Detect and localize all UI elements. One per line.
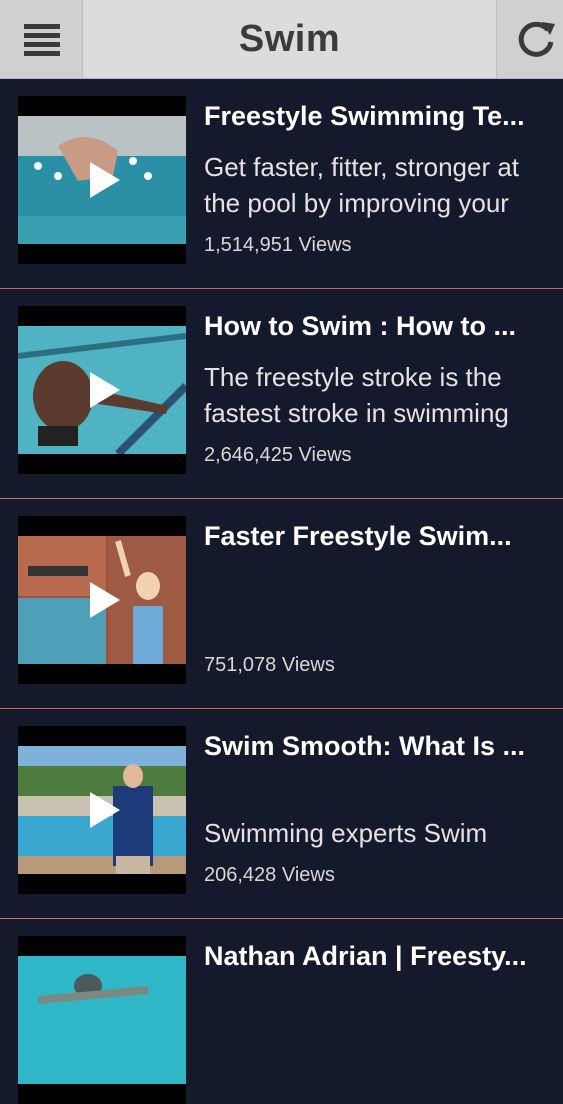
thumbnail-image [18, 956, 186, 1084]
video-thumbnail[interactable] [18, 306, 186, 474]
video-description: Get faster, fitter, stronger at the pool… [204, 152, 520, 218]
video-list: Freestyle Swimming Te... Get faster, fit… [0, 79, 563, 1104]
play-icon [90, 792, 120, 828]
video-item[interactable]: How to Swim : How to ... The freestyle s… [0, 289, 563, 499]
video-item[interactable]: Faster Freestyle Swim... 751,078 Views [0, 499, 563, 709]
view-count: 206,428 Views [204, 864, 335, 886]
video-item[interactable]: Freestyle Swimming Te... Get faster, fit… [0, 79, 563, 289]
video-item[interactable]: Nathan Adrian | Freesty... [0, 919, 563, 1104]
refresh-button[interactable] [496, 0, 563, 78]
app-header: Swim [0, 0, 563, 79]
video-thumbnail[interactable] [18, 96, 186, 264]
video-title[interactable]: Freestyle Swimming Te... [204, 101, 558, 132]
video-thumbnail[interactable] [18, 726, 186, 894]
menu-button[interactable] [0, 0, 83, 78]
video-title[interactable]: Swim Smooth: What Is ... [204, 731, 558, 762]
view-count: 1,514,951 Views [204, 234, 352, 256]
refresh-icon [518, 21, 555, 57]
video-description [204, 569, 560, 641]
video-title[interactable]: Nathan Adrian | Freesty... [204, 941, 558, 972]
play-icon [90, 582, 120, 618]
video-thumbnail[interactable] [18, 936, 186, 1104]
view-count: 2,646,425 Views [204, 444, 352, 466]
video-description: The freestyle stroke is the fastest stro… [204, 362, 509, 428]
video-item[interactable]: Swim Smooth: What Is ... Swimming expert… [0, 709, 563, 919]
video-title[interactable]: How to Swim : How to ... [204, 311, 558, 342]
video-title[interactable]: Faster Freestyle Swim... [204, 521, 558, 552]
hamburger-icon [24, 24, 60, 56]
page-title: Swim [238, 18, 341, 60]
play-icon [90, 162, 120, 198]
view-count: 751,078 Views [204, 654, 335, 676]
play-icon [90, 372, 120, 408]
video-thumbnail[interactable] [18, 516, 186, 684]
